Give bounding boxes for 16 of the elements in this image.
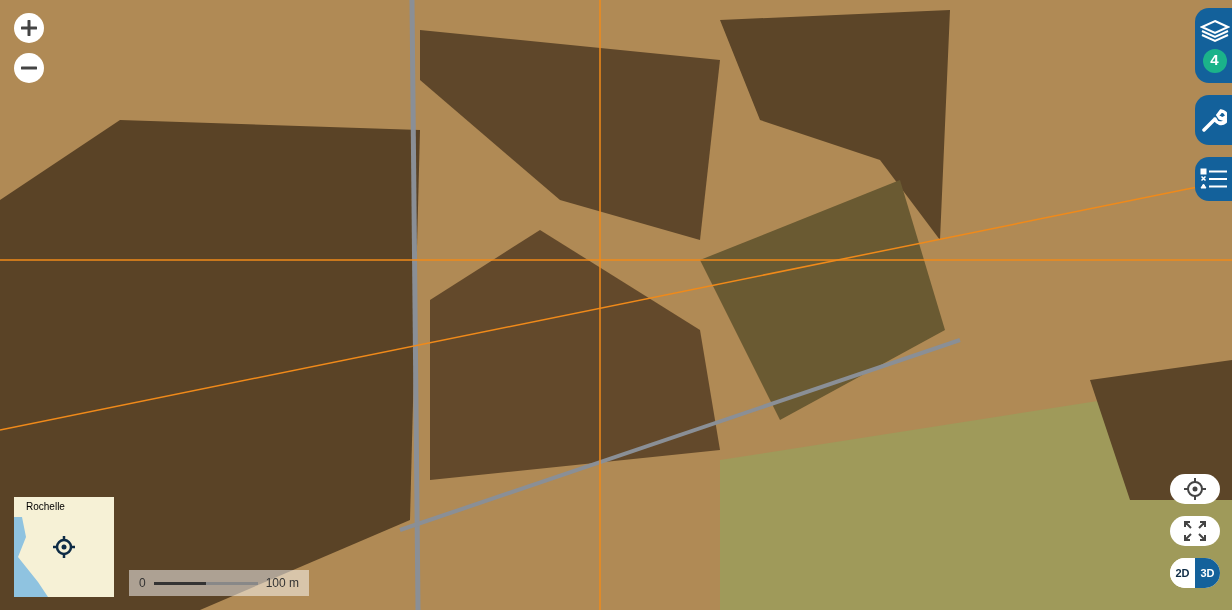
legend-button[interactable] [1195, 157, 1232, 201]
locate-button[interactable] [1170, 474, 1220, 504]
scale-start-label: 0 [139, 575, 146, 592]
plus-icon [21, 20, 37, 36]
fullscreen-button[interactable] [1170, 516, 1220, 546]
layer-count-badge: 4 [1202, 48, 1227, 73]
expand-icon [1184, 521, 1206, 541]
crosshair-icon [53, 536, 75, 558]
layers-icon [1199, 18, 1230, 45]
crosshair-icon [1184, 478, 1206, 500]
wrench-icon [1200, 107, 1227, 133]
tools-button[interactable] [1195, 95, 1232, 145]
minus-icon [21, 66, 37, 70]
place-label: Rochelle [26, 500, 65, 514]
legend-icon [1199, 167, 1228, 191]
scale-end-label: 100 m [265, 575, 299, 592]
